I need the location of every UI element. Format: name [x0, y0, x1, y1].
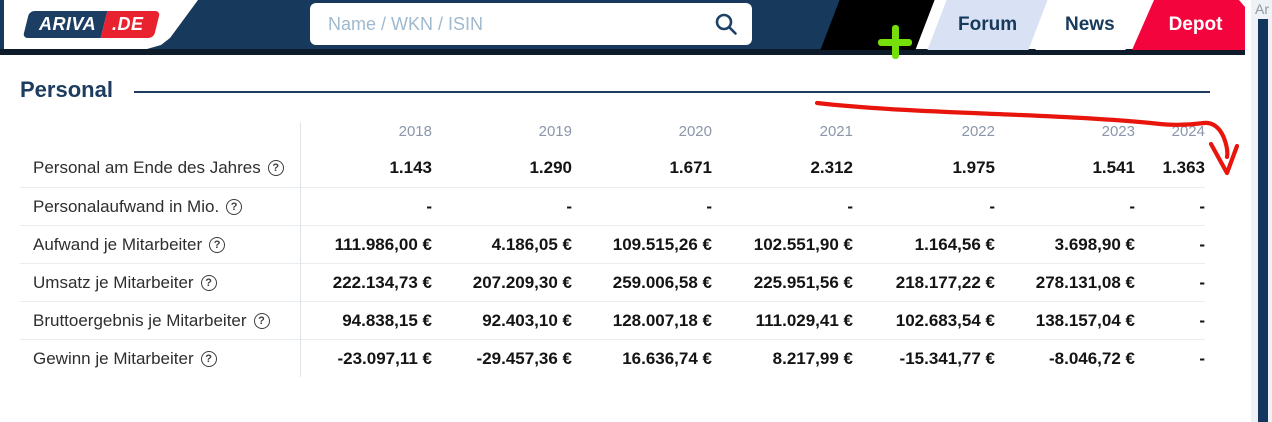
help-icon[interactable]: ?	[253, 312, 270, 329]
metric-value: -	[426, 197, 432, 216]
metric-value: 1.290	[529, 158, 572, 177]
year-header: 2019	[538, 123, 572, 140]
logo-brand-segment: ARIVA	[22, 11, 108, 38]
year-header: 2020	[678, 123, 712, 140]
help-icon[interactable]: ?	[200, 350, 217, 367]
metric-value: 92.403,10 €	[482, 311, 572, 330]
metric-value: 1.975	[952, 158, 995, 177]
metric-value: -	[989, 197, 995, 216]
help-icon[interactable]: ?	[267, 160, 284, 176]
metric-value: -	[1199, 349, 1205, 368]
metric-value: 16.636,74 €	[622, 349, 712, 368]
search-icon[interactable]	[714, 12, 738, 36]
metric-label-cell: Gewinn je Mitarbeiter ?	[20, 340, 300, 377]
tab-depot-label: Depot	[1168, 14, 1223, 35]
metric-value: -	[847, 197, 853, 216]
metric-value: 102.551,90 €	[753, 235, 853, 254]
year-header: 2021	[819, 123, 853, 140]
metric-value: 109.515,26 €	[612, 235, 712, 254]
metric-value: 218.177,22 €	[895, 273, 995, 292]
metric-label: Personal am Ende des Jahres	[33, 158, 261, 177]
help-icon[interactable]: ?	[226, 198, 243, 215]
year-header-row: 2018 2019 2020 2021 2022 2023 2024	[20, 122, 1205, 149]
table-row: Umsatz je Mitarbeiter ? 222.134,73 € 207…	[20, 263, 1205, 301]
personal-table: 2018 2019 2020 2021 2022 2023 2024 Perso…	[20, 122, 1205, 377]
metric-value: 1.363	[1162, 158, 1205, 177]
metric-value: 111.986,00 €	[334, 235, 432, 254]
metric-value: 111.029,41 €	[755, 311, 853, 330]
metric-value: 138.157,04 €	[1035, 311, 1135, 330]
tab-forum[interactable]: Forum	[927, 0, 1048, 50]
metric-value: 94.838,15 €	[342, 311, 432, 330]
metric-value: 4.186,05 €	[491, 235, 572, 254]
tab-forum-label: Forum	[957, 14, 1018, 35]
year-header-spacer	[20, 122, 300, 149]
table-row: Bruttoergebnis je Mitarbeiter ? 94.838,1…	[20, 301, 1205, 339]
metric-value: 1.143	[389, 158, 432, 177]
metric-label: Bruttoergebnis je Mitarbeiter	[33, 310, 247, 330]
metric-value: -	[1129, 197, 1135, 216]
metric-label: Personalaufwand in Mio.	[33, 196, 220, 216]
metric-value: 1.541	[1092, 158, 1135, 177]
metric-value: -	[566, 197, 572, 216]
metric-label: Gewinn je Mitarbeiter	[33, 348, 194, 368]
help-icon[interactable]: ?	[209, 236, 226, 253]
metric-label-cell: Personalaufwand in Mio. ?	[20, 188, 300, 225]
table-row: Aufwand je Mitarbeiter ? 111.986,00 € 4.…	[20, 225, 1205, 263]
metric-value: 1.671	[669, 158, 712, 177]
table-row: Personalaufwand in Mio. ? - - - - - - -	[20, 187, 1205, 225]
metric-value: -	[706, 197, 712, 216]
metric-value: 222.134,73 €	[332, 273, 432, 292]
right-edge-navy-bar	[1258, 19, 1268, 422]
metric-value: -	[1199, 235, 1205, 254]
metric-value: 207.209,30 €	[472, 273, 572, 292]
metric-value: 1.164,56 €	[914, 235, 995, 254]
logo-tld-text: .DE	[112, 14, 144, 34]
year-header: 2018	[398, 123, 432, 140]
metric-value: 259.006,58 €	[612, 273, 712, 292]
logo-tld-segment: .DE	[100, 11, 161, 38]
metric-value: -8.046,72 €	[1048, 349, 1135, 368]
metric-label-cell: Umsatz je Mitarbeiter ?	[20, 264, 300, 301]
metric-label-cell: Personal am Ende des Jahres ?	[20, 149, 300, 187]
metric-value: 8.217,99 €	[772, 349, 853, 368]
tab-news[interactable]: News	[1035, 0, 1145, 50]
year-header: 2022	[961, 123, 995, 140]
ariva-logo[interactable]: ARIVA .DE	[22, 11, 161, 38]
metric-value: -	[1199, 311, 1205, 330]
table-row: Gewinn je Mitarbeiter ? -23.097,11 € -29…	[20, 339, 1205, 377]
table-row: Personal am Ende des Jahres ? 1.143 1.29…	[20, 149, 1205, 187]
metric-label-cell: Bruttoergebnis je Mitarbeiter ?	[20, 302, 300, 339]
year-header: 2024	[1171, 123, 1205, 140]
metric-value: -15.341,77 €	[899, 349, 995, 368]
column-divider	[300, 122, 301, 377]
logo-brand-text: ARIVA	[39, 14, 97, 34]
year-header: 2023	[1101, 123, 1135, 140]
metric-value: -	[1199, 273, 1205, 292]
metric-value: 278.131,08 €	[1035, 273, 1135, 292]
help-icon[interactable]: ?	[200, 274, 217, 291]
page-title: Personal	[20, 77, 113, 102]
metric-value: 3.698,90 €	[1054, 235, 1135, 254]
metric-label-cell: Aufwand je Mitarbeiter ?	[20, 226, 300, 263]
metric-value: 128.007,18 €	[612, 311, 712, 330]
tab-news-label: News	[1065, 14, 1115, 35]
right-edge-clipped-text: Ar	[1255, 1, 1269, 17]
metric-value: -	[1199, 197, 1205, 216]
metric-value: -23.097,11 €	[337, 349, 432, 368]
tab-depot[interactable]: Depot	[1132, 0, 1245, 50]
metric-value: -29.457,36 €	[476, 349, 572, 368]
metric-value: 102.683,54 €	[895, 311, 995, 330]
metric-value: 225.951,56 €	[753, 273, 853, 292]
search-box	[310, 3, 752, 45]
metric-value: 2.312	[810, 158, 853, 177]
metric-label: Aufwand je Mitarbeiter	[33, 234, 203, 254]
title-rule	[134, 91, 1210, 93]
search-input[interactable]	[310, 13, 714, 35]
add-button[interactable]	[820, 0, 935, 50]
metric-label: Umsatz je Mitarbeiter	[33, 272, 194, 292]
